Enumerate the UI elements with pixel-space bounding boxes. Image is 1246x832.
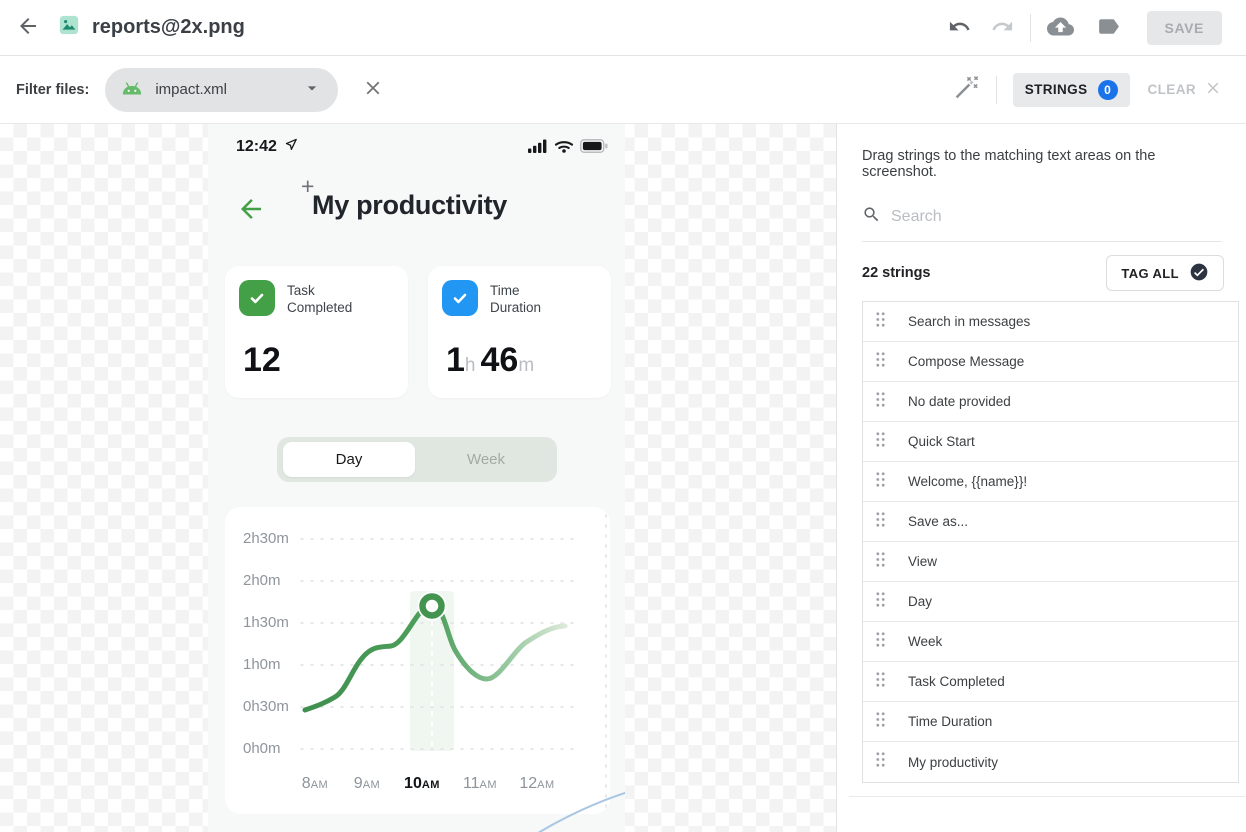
selected-point-marker bbox=[418, 592, 447, 621]
search-input[interactable] bbox=[891, 208, 1222, 226]
divider bbox=[996, 76, 997, 104]
string-list-item[interactable]: Save as... bbox=[863, 502, 1238, 542]
toggle-week-segment[interactable]: Week bbox=[415, 437, 557, 482]
filter-files-label: Filter files: bbox=[16, 82, 89, 98]
y-axis-label: 2h0m bbox=[243, 573, 295, 589]
undo-icon bbox=[948, 15, 971, 41]
search-icon bbox=[862, 205, 881, 229]
page-title: reports@2x.png bbox=[92, 16, 245, 39]
string-list-item[interactable]: Task Completed bbox=[863, 662, 1238, 702]
status-bar-time: 12:42 bbox=[236, 137, 299, 157]
back-button[interactable] bbox=[16, 14, 40, 41]
selected-file-name: impact.xml bbox=[155, 81, 227, 98]
string-list-item[interactable]: View bbox=[863, 542, 1238, 582]
drag-handle-icon[interactable] bbox=[875, 591, 886, 613]
cloud-upload-icon bbox=[1047, 15, 1074, 41]
string-list-item[interactable]: Day bbox=[863, 582, 1238, 622]
drag-handle-icon[interactable] bbox=[875, 551, 886, 573]
signal-icon bbox=[528, 139, 548, 158]
string-list-item[interactable]: My productivity bbox=[863, 742, 1238, 782]
string-list-item[interactable]: Welcome, {{name}}! bbox=[863, 462, 1238, 502]
tag-icon bbox=[1096, 14, 1121, 42]
drag-handle-icon[interactable] bbox=[875, 311, 886, 333]
drag-handle-icon[interactable] bbox=[875, 711, 886, 733]
chevron-down-icon bbox=[302, 78, 322, 101]
divider bbox=[849, 796, 1246, 797]
day-week-toggle: Day Week bbox=[277, 437, 557, 482]
y-axis-label: 2h30m bbox=[243, 531, 295, 547]
y-axis-label: 1h30m bbox=[243, 615, 295, 631]
app-screenshot[interactable]: 12:42 bbox=[208, 124, 625, 832]
drag-handle-icon[interactable] bbox=[875, 391, 886, 413]
drag-handle-icon[interactable] bbox=[875, 671, 886, 693]
y-axis-label: 0h30m bbox=[243, 699, 295, 715]
clear-tags-button[interactable]: CLEAR bbox=[1148, 79, 1223, 100]
check-icon bbox=[239, 280, 275, 316]
drag-handle-icon[interactable] bbox=[875, 431, 886, 453]
productivity-chart-card[interactable]: 2h30m 2h0m 1h30m 1h0m 0h30m 0h0m 8AM 9AM… bbox=[225, 507, 610, 814]
strings-count-label: 22 strings bbox=[862, 265, 931, 281]
redo-button[interactable] bbox=[991, 15, 1014, 41]
y-axis-label: 0h0m bbox=[243, 741, 295, 757]
string-list-item[interactable]: No date provided bbox=[863, 382, 1238, 422]
drag-handle-icon[interactable] bbox=[875, 511, 886, 533]
close-icon bbox=[362, 77, 384, 102]
string-list-item[interactable]: Time Duration bbox=[863, 702, 1238, 742]
tag-all-button[interactable]: TAG ALL bbox=[1106, 255, 1224, 291]
string-list-item[interactable]: Quick Start bbox=[863, 422, 1238, 462]
divider bbox=[1030, 14, 1031, 42]
phone-back-arrow-icon bbox=[236, 194, 266, 229]
y-axis-label: 1h0m bbox=[243, 657, 295, 673]
task-completed-value: 12 bbox=[243, 341, 281, 380]
panel-instruction: Drag strings to the matching text areas … bbox=[862, 148, 1222, 180]
string-list-item[interactable]: Compose Message bbox=[863, 342, 1238, 382]
strings-panel: Drag strings to the matching text areas … bbox=[836, 124, 1246, 832]
android-icon bbox=[121, 81, 143, 99]
phone-screen-title[interactable]: My productivity bbox=[312, 190, 507, 221]
tag-button[interactable] bbox=[1096, 14, 1121, 42]
strings-toggle-button[interactable]: STRINGS 0 bbox=[1013, 73, 1130, 107]
toggle-day-segment[interactable]: Day bbox=[283, 442, 415, 477]
card-label[interactable]: Time Duration bbox=[490, 282, 541, 316]
time-duration-card[interactable]: Time Duration 1h46m bbox=[428, 266, 611, 398]
search-field bbox=[862, 205, 1222, 242]
location-arrow-icon bbox=[277, 137, 299, 157]
drag-handle-icon[interactable] bbox=[875, 631, 886, 653]
magic-wand-icon bbox=[952, 74, 980, 105]
time-duration-value: 1h46m bbox=[446, 341, 534, 380]
strings-count-badge: 0 bbox=[1098, 80, 1118, 100]
screenshot-canvas: 12:42 bbox=[0, 124, 836, 832]
status-bar-icons bbox=[528, 139, 608, 158]
drag-handle-icon[interactable] bbox=[875, 471, 886, 493]
auto-tag-wand-button[interactable] bbox=[952, 74, 980, 105]
topbar: reports@2x.png SAVE bbox=[0, 0, 1246, 56]
back-arrow-icon bbox=[16, 14, 40, 41]
string-list: Search in messages Compose Message No da… bbox=[862, 301, 1239, 783]
save-button[interactable]: SAVE bbox=[1147, 11, 1223, 45]
close-icon bbox=[1196, 79, 1222, 100]
check-circle-icon bbox=[1179, 262, 1209, 285]
filterbar: Filter files: impact.xml bbox=[0, 56, 1246, 124]
battery-icon bbox=[580, 139, 608, 158]
check-icon bbox=[442, 280, 478, 316]
wifi-icon bbox=[554, 139, 574, 158]
file-filter-dropdown[interactable]: impact.xml bbox=[105, 68, 338, 112]
string-list-item[interactable]: Search in messages bbox=[863, 302, 1238, 342]
string-list-item[interactable]: Week bbox=[863, 622, 1238, 662]
card-label[interactable]: Task Completed bbox=[287, 282, 352, 316]
undo-button[interactable] bbox=[948, 15, 971, 41]
task-completed-card[interactable]: Task Completed 12 bbox=[225, 266, 408, 398]
drag-handle-icon[interactable] bbox=[875, 751, 886, 773]
drag-handle-icon[interactable] bbox=[875, 351, 886, 373]
image-file-icon bbox=[58, 14, 80, 41]
clear-file-filter-button[interactable] bbox=[362, 77, 384, 102]
redo-icon bbox=[991, 15, 1014, 41]
next-chart-preview-line bbox=[208, 772, 625, 832]
upload-button[interactable] bbox=[1047, 15, 1074, 41]
